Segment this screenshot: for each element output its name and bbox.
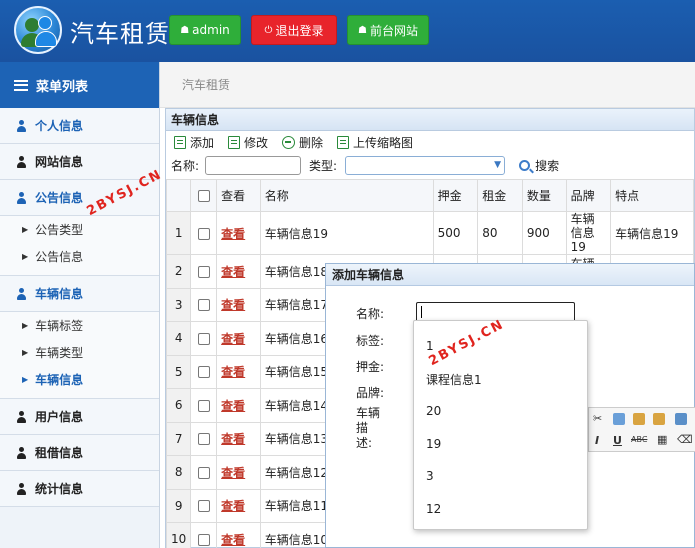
row-checkbox[interactable] — [197, 265, 210, 278]
panel-title: 车辆信息 — [166, 109, 694, 131]
dropdown-option[interactable]: 3 — [426, 469, 434, 483]
dropdown-option[interactable]: 课程信息1 — [426, 371, 482, 388]
row-checkbox[interactable] — [197, 366, 210, 379]
view-link[interactable]: 查看 — [221, 432, 245, 446]
add-icon — [174, 135, 186, 149]
home-icon: ☗ — [358, 24, 367, 36]
caret-right-icon: ▶ — [22, 225, 29, 234]
user-icon — [16, 446, 27, 459]
copy-icon[interactable] — [613, 413, 625, 425]
app-title: 汽车租赁 — [70, 20, 170, 48]
paste-text-icon[interactable] — [653, 413, 665, 425]
row-checkbox[interactable] — [197, 332, 210, 345]
dialog-title: 添加车辆信息 — [326, 264, 694, 286]
dropdown-option[interactable]: 20 — [426, 404, 441, 418]
sidebar-group-users[interactable]: 用户信息 — [0, 399, 159, 435]
upload-thumbnail-button[interactable]: 上传缩略图 — [337, 134, 413, 151]
sidebar-group-personal[interactable]: 个人信息 — [0, 108, 159, 144]
row-checkbox[interactable] — [197, 299, 210, 312]
add-button[interactable]: 添加 — [174, 134, 214, 151]
row-checkbox[interactable] — [197, 500, 210, 513]
italic-button[interactable]: I — [595, 434, 599, 447]
home-icon: ☗ — [180, 24, 190, 36]
eraser-icon[interactable]: ⌫ — [677, 433, 693, 446]
row-checkbox[interactable] — [197, 227, 210, 240]
logout-button[interactable]: ⏻ 退出登录 — [251, 15, 337, 45]
delete-button[interactable]: 删除 — [282, 134, 323, 151]
search-icon[interactable] — [519, 159, 531, 171]
user-icon — [16, 119, 27, 132]
user-icon — [16, 410, 27, 423]
sidebar-item-vehicle-info[interactable]: ▶ 车辆信息 — [0, 366, 159, 393]
caret-right-icon: ▶ — [22, 252, 29, 261]
sidebar-group-vehicle[interactable]: 车辆信息 — [0, 276, 159, 312]
dropdown-option[interactable]: 19 — [426, 437, 441, 451]
user-icon — [16, 191, 27, 204]
power-icon: ⏻ — [264, 24, 273, 36]
view-link[interactable]: 查看 — [221, 298, 245, 312]
breadcrumb: 汽车租赁 — [160, 62, 695, 108]
caret-right-icon: ▶ — [22, 375, 29, 384]
sidebar-group-rental[interactable]: 租借信息 — [0, 435, 159, 471]
view-link[interactable]: 查看 — [221, 499, 245, 513]
select-all-checkbox[interactable] — [197, 190, 210, 202]
dropdown-option[interactable]: 1 — [426, 339, 434, 353]
row-checkbox[interactable] — [197, 466, 210, 479]
edit-icon — [228, 135, 241, 149]
top-header: 汽车租赁 ☗ admin ⏻ 退出登录 ☗ 前台网站 — [0, 0, 695, 62]
view-link[interactable]: 查看 — [221, 332, 245, 346]
upload-icon — [337, 135, 350, 149]
view-link[interactable]: 查看 — [221, 399, 245, 413]
row-checkbox[interactable] — [197, 533, 210, 546]
frontend-site-button[interactable]: ☗ 前台网站 — [347, 15, 429, 45]
sidebar-item-vehicle-type[interactable]: ▶ 车辆类型 — [0, 339, 159, 366]
search-button[interactable]: 搜索 — [535, 157, 559, 174]
sidebar-item-vehicle-tag[interactable]: ▶ 车辆标签 — [0, 312, 159, 339]
view-link[interactable]: 查看 — [221, 466, 245, 480]
paste-word-icon[interactable] — [675, 413, 687, 425]
paste-icon[interactable] — [633, 413, 645, 425]
chevron-down-icon: ▼ — [494, 159, 502, 170]
list-icon — [14, 79, 28, 91]
users-logo-icon — [14, 6, 62, 54]
table-header-row: 查看 名称 押金 租金 数量 品牌 特点 — [165, 179, 694, 212]
cut-icon[interactable]: ✂ — [593, 412, 602, 425]
row-checkbox[interactable] — [197, 433, 210, 446]
admin-button[interactable]: ☗ admin — [169, 15, 241, 45]
menu-header: 菜单列表 — [0, 62, 159, 108]
caret-right-icon: ▶ — [22, 348, 29, 357]
table-row[interactable]: 1 查看 车辆信息19 500 80 900 车辆信息19 车辆信息19 — [165, 211, 694, 255]
sidebar-item-notice-type[interactable]: ▶ 公告类型 — [0, 216, 159, 243]
rich-editor-toolbar: ✂ I U ABC ▦ ⌫ — [588, 407, 695, 452]
dropdown-option[interactable]: 12 — [426, 502, 441, 516]
sidebar-group-stats[interactable]: 统计信息 — [0, 471, 159, 507]
delete-icon — [282, 135, 296, 149]
sidebar-group-website[interactable]: 网站信息 — [0, 144, 159, 180]
search-bar: 名称: 类型: ▼ 搜索 — [166, 153, 694, 177]
strikethrough-button[interactable]: ABC — [631, 435, 647, 444]
sidebar: 菜单列表 个人信息 网站信息 公告信息 ▶ 公告类型 ▶ 公告信息 车辆信息 ▶ 车辆… — [0, 62, 160, 548]
row-checkbox[interactable] — [197, 399, 210, 412]
user-icon — [16, 287, 27, 300]
view-link[interactable]: 查看 — [221, 365, 245, 379]
underline-button[interactable]: U — [613, 434, 622, 447]
user-icon — [16, 155, 27, 168]
name-search-input[interactable] — [205, 155, 302, 175]
view-link[interactable]: 查看 — [221, 227, 245, 241]
user-icon — [16, 482, 27, 495]
toolbar: 添加 修改 删除 上传缩略图 — [166, 131, 694, 153]
view-link[interactable]: 查看 — [221, 533, 245, 547]
table-icon[interactable]: ▦ — [657, 433, 667, 446]
sidebar-item-notice-info[interactable]: ▶ 公告信息 — [0, 243, 159, 270]
type-select[interactable]: ▼ — [345, 155, 506, 175]
caret-right-icon: ▶ — [22, 321, 29, 330]
edit-button[interactable]: 修改 — [228, 134, 268, 151]
view-link[interactable]: 查看 — [221, 265, 245, 279]
